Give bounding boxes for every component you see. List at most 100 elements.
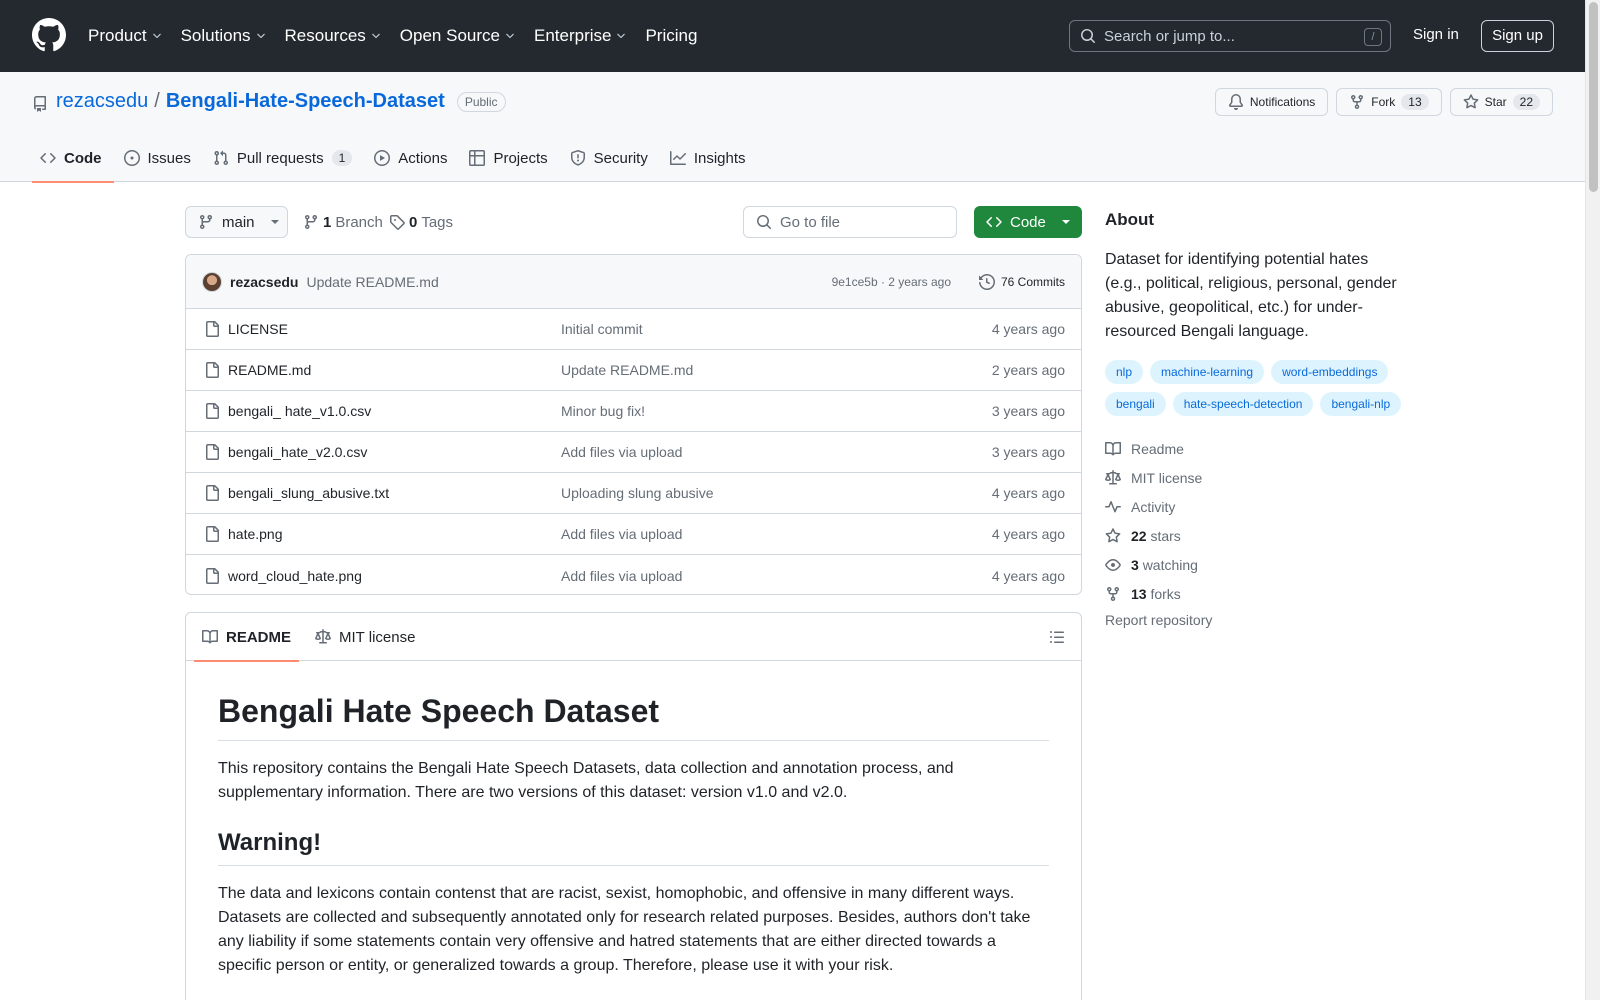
commits-history-link[interactable]: 76 Commits bbox=[978, 273, 1065, 290]
nav-label: Pricing bbox=[645, 26, 698, 45]
repo-owner-link[interactable]: rezacsedu bbox=[56, 90, 148, 113]
tab-actions[interactable]: Actions bbox=[366, 134, 459, 182]
notifications-button[interactable]: Notifications bbox=[1214, 88, 1329, 116]
go-to-file-placeholder: Go to file bbox=[780, 213, 841, 231]
commit-message-link[interactable]: Update README.md bbox=[306, 274, 438, 290]
file-commit-time: 3 years ago bbox=[991, 444, 1065, 460]
branch-bar: main 1 Branch 0 Tags Go to file Code bbox=[185, 206, 1082, 238]
tags-link[interactable]: 0 Tags bbox=[389, 206, 453, 238]
branch-selector[interactable]: main bbox=[185, 206, 288, 238]
file-commit-message[interactable]: Add files via upload bbox=[561, 526, 682, 542]
nav-open-source[interactable]: Open Source bbox=[400, 26, 516, 46]
topic-tag[interactable]: word-embeddings bbox=[1271, 360, 1389, 384]
sign-up-button[interactable]: Sign up bbox=[1481, 20, 1554, 52]
stars-link[interactable]: 22 stars bbox=[1105, 521, 1405, 550]
license-link[interactable]: MIT license bbox=[1105, 463, 1405, 492]
star-icon bbox=[1105, 527, 1121, 544]
file-row-bengali-hate-v2[interactable]: bengali_hate_v2.0.csv Add files via uplo… bbox=[186, 432, 1081, 473]
global-search[interactable]: Search or jump to... / bbox=[1069, 20, 1391, 52]
nav-label: Open Source bbox=[399, 26, 500, 45]
nav-enterprise[interactable]: Enterprise bbox=[534, 26, 627, 46]
scrollbar-thumb[interactable] bbox=[1589, 2, 1598, 192]
file-commit-message[interactable]: Uploading slung abusive bbox=[561, 485, 714, 501]
topic-tag[interactable]: bengali bbox=[1105, 392, 1166, 416]
nav-product[interactable]: Product bbox=[88, 26, 163, 46]
tab-pull-requests[interactable]: Pull requests 1 bbox=[205, 134, 364, 182]
about-description: Dataset for identifying potential hates … bbox=[1105, 251, 1397, 340]
topic-tag[interactable]: machine-learning bbox=[1150, 360, 1265, 384]
file-commit-time: 4 years ago bbox=[991, 485, 1065, 501]
commit-hash-time[interactable]: 9e1ce5b · 2 years ago bbox=[832, 275, 951, 289]
file-row-hate-png[interactable]: hate.png Add files via upload 4 years ag… bbox=[186, 514, 1081, 555]
nav-resources[interactable]: Resources bbox=[285, 26, 382, 46]
code-icon bbox=[40, 150, 56, 166]
tab-license[interactable]: MIT license bbox=[307, 613, 423, 661]
forks-link[interactable]: 13 forks bbox=[1105, 579, 1405, 608]
topic-tag[interactable]: bengali-nlp bbox=[1320, 392, 1402, 416]
watching-label: watching bbox=[1142, 556, 1198, 573]
file-commit-message[interactable]: Initial commit bbox=[561, 321, 643, 337]
file-row-word-cloud[interactable]: word_cloud_hate.png Add files via upload… bbox=[186, 555, 1081, 594]
watching-count: 3 bbox=[1131, 556, 1139, 573]
tab-label: README bbox=[226, 628, 292, 646]
watching-link[interactable]: 3 watching bbox=[1105, 550, 1405, 579]
readme-link[interactable]: Readme bbox=[1105, 434, 1405, 463]
file-name-link[interactable]: README.md bbox=[228, 362, 311, 378]
avatar[interactable] bbox=[202, 271, 222, 292]
go-to-file-input[interactable]: Go to file bbox=[743, 206, 957, 238]
about-sidebar: About Dataset for identifying potential … bbox=[1105, 210, 1405, 628]
fork-button[interactable]: Fork 13 bbox=[1336, 88, 1442, 116]
branches-link[interactable]: 1 Branch bbox=[303, 206, 383, 238]
repo-icon bbox=[32, 96, 48, 112]
file-commit-message[interactable]: Update README.md bbox=[561, 362, 693, 378]
nav-label: Enterprise bbox=[533, 26, 612, 45]
fork-icon bbox=[1349, 94, 1365, 110]
nav-label: Solutions bbox=[180, 26, 251, 45]
page-scrollbar[interactable] bbox=[1585, 0, 1600, 1000]
list-unordered-icon[interactable] bbox=[1049, 629, 1065, 645]
sign-in-link[interactable]: Sign in bbox=[1413, 26, 1459, 43]
file-icon bbox=[204, 526, 220, 542]
slash-shortcut-badge: / bbox=[1364, 28, 1382, 46]
file-row-slung-abusive[interactable]: bengali_slung_abusive.txt Uploading slun… bbox=[186, 473, 1081, 514]
about-heading: About bbox=[1105, 210, 1155, 229]
file-commit-message[interactable]: Minor bug fix! bbox=[561, 403, 645, 419]
topic-tag[interactable]: hate-speech-detection bbox=[1172, 392, 1314, 416]
file-commit-message[interactable]: Add files via upload bbox=[561, 568, 682, 584]
file-name-link[interactable]: word_cloud_hate.png bbox=[228, 568, 362, 584]
file-name-link[interactable]: hate.png bbox=[228, 526, 283, 542]
file-name-link[interactable]: bengali_hate_v2.0.csv bbox=[228, 444, 367, 460]
file-row-bengali-hate-v1[interactable]: bengali_ hate_v1.0.csv Minor bug fix! 3 … bbox=[186, 391, 1081, 432]
github-logo-icon[interactable] bbox=[32, 18, 66, 52]
shield-icon bbox=[570, 150, 586, 166]
tab-issues[interactable]: Issues bbox=[116, 134, 203, 182]
chevron-down-icon bbox=[615, 30, 627, 42]
file-row-license[interactable]: LICENSE Initial commit 4 years ago bbox=[186, 309, 1081, 350]
report-repository-link[interactable]: Report repository bbox=[1105, 612, 1405, 628]
tab-projects[interactable]: Projects bbox=[461, 134, 559, 182]
repo-name-link[interactable]: Bengali-Hate-Speech-Dataset bbox=[166, 90, 445, 113]
file-commit-message[interactable]: Add files via upload bbox=[561, 444, 682, 460]
file-icon bbox=[204, 567, 220, 584]
file-row-readme[interactable]: README.md Update README.md 2 years ago bbox=[186, 350, 1081, 391]
star-button[interactable]: Star 22 bbox=[1449, 88, 1553, 116]
nav-solutions[interactable]: Solutions bbox=[181, 26, 267, 46]
tab-code[interactable]: Code bbox=[32, 134, 114, 183]
code-dropdown-button[interactable]: Code bbox=[974, 206, 1082, 238]
star-label: Star bbox=[1484, 95, 1507, 109]
file-name-link[interactable]: bengali_slung_abusive.txt bbox=[228, 485, 389, 501]
branch-name: main bbox=[222, 213, 255, 231]
file-name-link[interactable]: bengali_ hate_v1.0.csv bbox=[228, 403, 371, 419]
commit-author-link[interactable]: rezacsedu bbox=[230, 274, 298, 290]
tab-insights[interactable]: Insights bbox=[662, 134, 758, 182]
activity-link[interactable]: Activity bbox=[1105, 492, 1405, 521]
nav-pricing[interactable]: Pricing bbox=[645, 26, 697, 46]
tab-readme[interactable]: README bbox=[194, 613, 300, 662]
readme-title: Bengali Hate Speech Dataset bbox=[218, 661, 1049, 741]
tab-security[interactable]: Security bbox=[562, 134, 660, 182]
forks-text: 13 forks bbox=[1131, 586, 1181, 602]
file-name-link[interactable]: LICENSE bbox=[228, 321, 288, 337]
topics-list: nlp machine-learning word-embeddings ben… bbox=[1105, 360, 1405, 416]
topic-tag[interactable]: nlp bbox=[1105, 360, 1144, 384]
file-icon bbox=[204, 403, 220, 419]
